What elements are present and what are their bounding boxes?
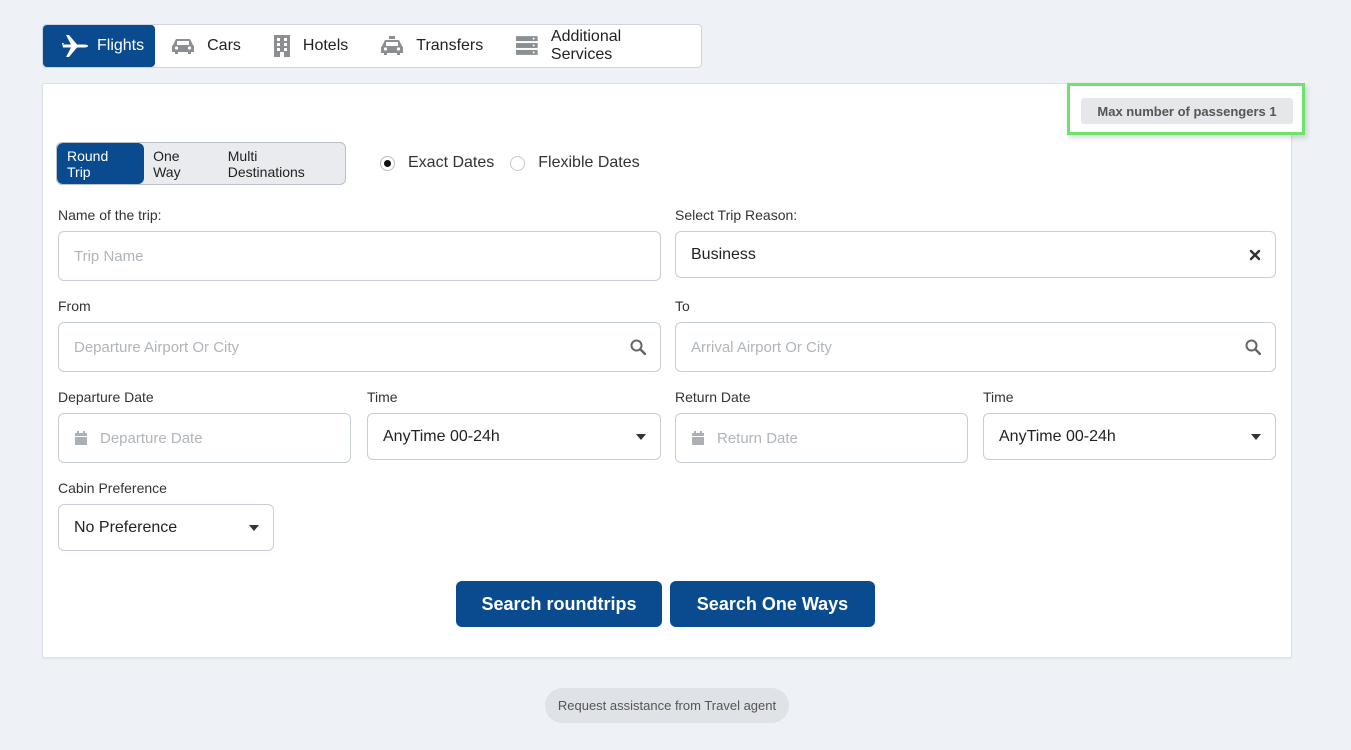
search-roundtrips-button[interactable]: Search roundtrips <box>456 581 662 627</box>
trip-type-multi-destinations[interactable]: Multi Destinations <box>219 143 345 184</box>
departure-time-value: AnyTime 00-24h <box>383 427 500 445</box>
tab-label: Cars <box>207 37 241 54</box>
departure-time-select[interactable]: AnyTime 00-24h <box>367 413 661 460</box>
trip-type-toggle: Round Trip One Way Multi Destinations <box>56 142 346 185</box>
date-mode-radios: Exact Dates Flexible Dates <box>380 154 656 172</box>
tab-cars[interactable]: Cars <box>155 25 257 67</box>
return-date-input[interactable] <box>717 429 953 447</box>
cabin-preference-value: No Preference <box>74 518 178 536</box>
service-tabs: Flights Cars Hotels Transfers Additional… <box>42 24 702 68</box>
return-time-label: Time <box>983 389 1014 405</box>
trip-reason-value: Business <box>691 245 756 263</box>
tab-label: Hotels <box>302 37 349 54</box>
flight-search-card: Max number of passengers 1 Round Trip On… <box>42 83 1305 658</box>
tab-flights[interactable]: Flights <box>43 25 156 67</box>
to-input[interactable] <box>691 338 1245 356</box>
tab-label: Transfers <box>416 37 484 54</box>
to-label: To <box>675 298 690 314</box>
calendar-icon <box>75 430 87 445</box>
caret-down-icon <box>1251 433 1261 440</box>
trip-reason-label: Select Trip Reason: <box>675 207 798 223</box>
caret-down-icon <box>636 433 646 440</box>
tab-additional-services[interactable]: Additional Services <box>499 25 701 67</box>
flexible-dates-radio[interactable] <box>510 155 526 171</box>
passenger-limit-badge: Max number of passengers 1 <box>1081 98 1293 124</box>
departure-time-label: Time <box>367 389 398 405</box>
exact-dates-label[interactable]: Exact Dates <box>408 154 494 172</box>
search-one-ways-button[interactable]: Search One Ways <box>670 581 875 627</box>
trip-type-one-way[interactable]: One Way <box>144 143 219 184</box>
trip-type-round-trip[interactable]: Round Trip <box>57 143 145 184</box>
car-icon <box>172 39 195 54</box>
exact-dates-radio[interactable] <box>380 155 395 171</box>
plane-icon <box>62 35 88 57</box>
to-field <box>675 322 1276 372</box>
clear-icon[interactable] <box>1249 249 1261 261</box>
return-date-field <box>675 413 968 463</box>
building-icon <box>273 35 290 57</box>
departure-date-label: Departure Date <box>58 389 154 405</box>
return-date-label: Return Date <box>675 389 751 405</box>
return-time-select[interactable]: AnyTime 00-24h <box>983 413 1276 460</box>
flexible-dates-label[interactable]: Flexible Dates <box>538 154 639 172</box>
departure-date-input[interactable] <box>100 429 336 447</box>
request-assistance-button[interactable]: Request assistance from Travel agent <box>545 688 789 723</box>
taxi-icon <box>381 36 404 55</box>
from-field <box>58 322 661 372</box>
calendar-icon <box>692 430 704 445</box>
tab-label: Flights <box>97 37 145 54</box>
trip-name-field <box>58 231 661 281</box>
tab-transfers[interactable]: Transfers <box>364 25 499 67</box>
passenger-limit-box: Max number of passengers 1 <box>1067 83 1305 135</box>
tab-hotels[interactable]: Hotels <box>257 25 364 67</box>
trip-reason-select[interactable]: Business <box>675 231 1276 278</box>
cabin-preference-label: Cabin Preference <box>58 480 167 496</box>
from-input[interactable] <box>74 338 630 356</box>
departure-date-field <box>58 413 351 463</box>
trip-name-input[interactable] <box>74 247 646 265</box>
search-icon <box>630 339 646 355</box>
trip-name-label: Name of the trip: <box>58 207 162 223</box>
from-label: From <box>58 298 91 314</box>
server-icon <box>516 36 538 55</box>
cabin-preference-select[interactable]: No Preference <box>58 504 274 551</box>
caret-down-icon <box>249 524 259 531</box>
return-time-value: AnyTime 00-24h <box>999 427 1116 445</box>
tab-label: Additional Services <box>550 28 622 63</box>
search-icon <box>1245 339 1261 355</box>
